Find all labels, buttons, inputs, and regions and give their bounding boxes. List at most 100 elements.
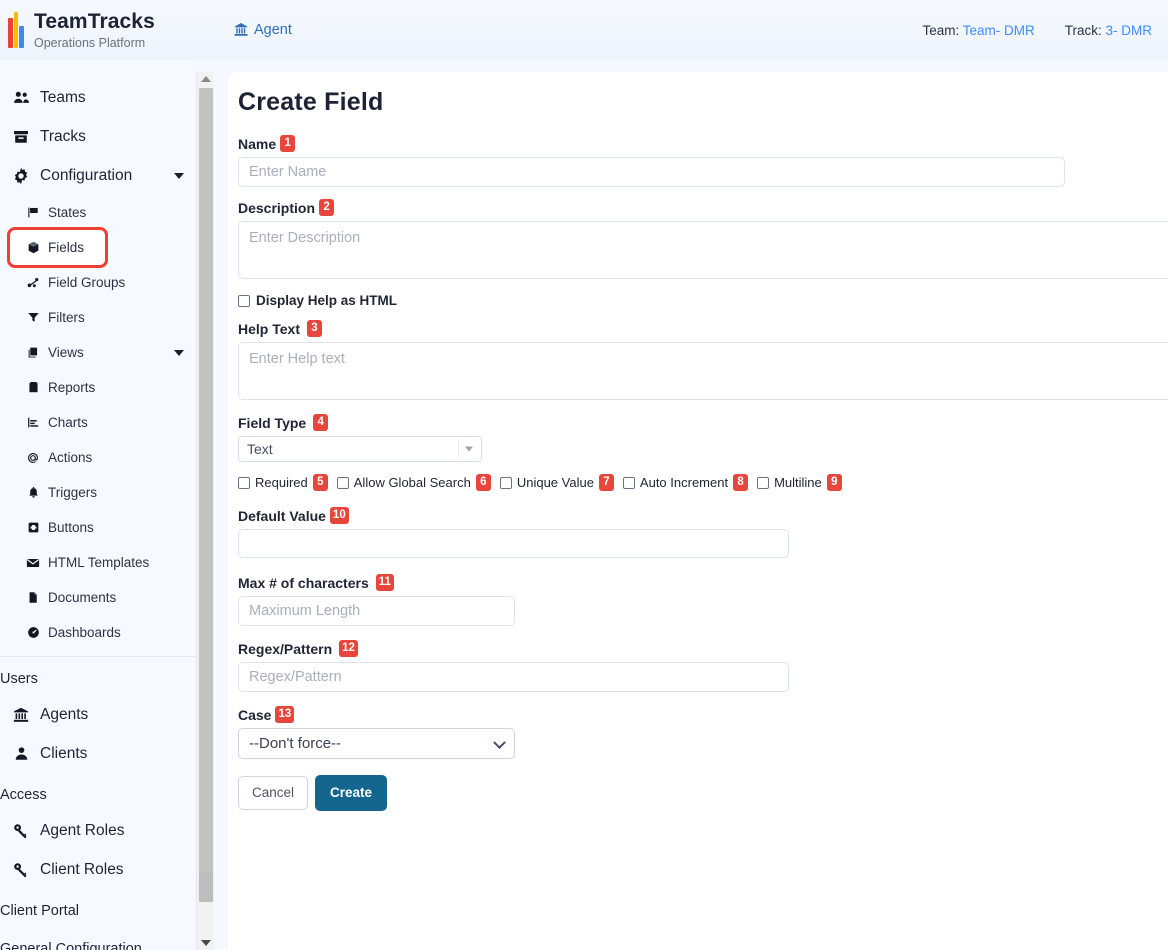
sidebar-item-html-templates[interactable]: HTML Templates bbox=[0, 545, 196, 580]
bank-icon bbox=[8, 707, 34, 723]
step-badge-3: 3 bbox=[306, 320, 322, 337]
scrollbar-thumb-lower[interactable] bbox=[199, 872, 213, 902]
sidebar-item-label: States bbox=[48, 205, 87, 220]
track-label: Track: bbox=[1064, 22, 1102, 38]
allow-global-search-checkbox[interactable] bbox=[336, 476, 349, 489]
scrollbar-thumb[interactable] bbox=[199, 88, 213, 878]
brand[interactable]: TeamTracks Operations Platform bbox=[0, 0, 210, 60]
sidebar-item-buttons[interactable]: Buttons bbox=[0, 510, 196, 545]
max-characters-input[interactable] bbox=[238, 596, 515, 626]
step-badge-13: 13 bbox=[275, 706, 295, 723]
sidebar-item-label: Triggers bbox=[48, 485, 98, 500]
sidebar-item-reports[interactable]: Reports bbox=[0, 370, 196, 405]
multiline-checkbox[interactable] bbox=[757, 476, 770, 489]
step-badge-12: 12 bbox=[339, 640, 358, 657]
required-checkbox[interactable] bbox=[238, 476, 250, 489]
regex-pattern-label-row: Regex/Pattern 12 bbox=[238, 640, 1168, 657]
sidebar-item-label: Reports bbox=[48, 380, 96, 395]
sidebar-item-agents[interactable]: Agents bbox=[0, 695, 196, 734]
chevron-down-icon[interactable] bbox=[174, 172, 184, 179]
required-option[interactable]: Required 5 bbox=[238, 474, 328, 491]
flag-icon bbox=[22, 206, 44, 219]
teamtracks-logo-icon bbox=[8, 12, 25, 48]
create-button[interactable]: Create bbox=[315, 775, 388, 811]
sidebar-item-label: Teams bbox=[40, 88, 86, 106]
case-select[interactable]: --Don't force-- bbox=[238, 728, 515, 759]
sidebar-item-label: Charts bbox=[48, 415, 88, 430]
max-characters-label: Max # of characters bbox=[238, 574, 369, 591]
field-options-row: Required 5 Allow Global Search 6 Unique … bbox=[238, 474, 1168, 491]
name-input[interactable] bbox=[238, 157, 1065, 187]
field-type-select[interactable]: Text bbox=[238, 436, 482, 462]
sidebar-item-configuration[interactable]: Configuration bbox=[0, 156, 196, 195]
cancel-button[interactable]: Cancel bbox=[238, 776, 309, 810]
sidebar-item-fields[interactable]: Fields bbox=[7, 227, 108, 268]
display-help-as-html-checkbox[interactable] bbox=[238, 294, 250, 307]
top-header: TeamTracks Operations Platform Agent Tea… bbox=[0, 0, 1168, 60]
gear-icon bbox=[8, 167, 34, 185]
sidebar-item-tracks[interactable]: Tracks bbox=[0, 117, 196, 156]
sidebar-item-views[interactable]: Views bbox=[0, 335, 196, 370]
sidebar-item-label: Agents bbox=[40, 705, 89, 723]
sidebar-item-label: Documents bbox=[48, 590, 117, 605]
auto-increment-label: Auto Increment bbox=[639, 475, 729, 490]
sidebar-item-dashboards[interactable]: Dashboards bbox=[0, 615, 196, 650]
default-value-label: Default Value bbox=[238, 507, 326, 524]
sidebar-item-label: Clients bbox=[40, 744, 88, 762]
header-context: Team: Team- DMR Track: 3- DMR bbox=[922, 23, 1168, 38]
funnel-icon bbox=[22, 311, 44, 324]
sidebar-item-actions[interactable]: Actions bbox=[0, 440, 196, 475]
auto-increment-checkbox[interactable] bbox=[622, 476, 635, 489]
sidebar-item-teams[interactable]: Teams bbox=[0, 78, 196, 117]
regex-pattern-input[interactable] bbox=[238, 662, 789, 692]
nodes-icon bbox=[22, 276, 44, 289]
case-label-row: Case 13 bbox=[238, 706, 1168, 723]
sidebar-item-label: Views bbox=[48, 345, 84, 360]
sidebar-item-agent-roles[interactable]: Agent Roles bbox=[0, 811, 196, 850]
agent-menu[interactable]: Agent bbox=[234, 22, 292, 38]
bell-icon bbox=[22, 486, 44, 499]
sidebar-item-filters[interactable]: Filters bbox=[0, 300, 196, 335]
sidebar-item-states[interactable]: States bbox=[0, 195, 196, 230]
sidebar-item-field-groups[interactable]: Field Groups bbox=[0, 265, 196, 300]
default-value-input[interactable] bbox=[238, 529, 789, 558]
allow-global-search-option[interactable]: Allow Global Search 6 bbox=[336, 474, 491, 491]
multiline-option[interactable]: Multiline 9 bbox=[757, 474, 842, 491]
team-context[interactable]: Team: Team- DMR bbox=[922, 23, 1034, 38]
description-label: Description bbox=[238, 199, 316, 216]
team-value[interactable]: Team- DMR bbox=[963, 23, 1035, 38]
unique-value-checkbox[interactable] bbox=[499, 476, 512, 489]
display-help-as-html-row[interactable]: Display Help as HTML bbox=[238, 293, 1168, 308]
scrollbar-down-arrow[interactable] bbox=[197, 936, 215, 950]
chevron-down-icon[interactable] bbox=[465, 446, 473, 452]
at-icon bbox=[22, 451, 44, 465]
chevron-down-icon[interactable] bbox=[174, 349, 184, 356]
help-text-textarea[interactable] bbox=[238, 342, 1168, 400]
track-value[interactable]: 3- DMR bbox=[1106, 23, 1153, 38]
sidebar-item-client-portal[interactable]: Client Portal bbox=[0, 889, 196, 927]
case-selected-value: --Don't force-- bbox=[249, 735, 342, 752]
unique-value-option[interactable]: Unique Value 7 bbox=[499, 474, 614, 491]
chevron-down-icon[interactable] bbox=[493, 735, 506, 749]
scrollbar-up-arrow[interactable] bbox=[197, 72, 215, 86]
sidebar-item-clients[interactable]: Clients bbox=[0, 734, 196, 773]
sidebar-scrollbar[interactable] bbox=[196, 72, 214, 950]
name-label-row: Name 1 bbox=[238, 135, 1168, 152]
track-context[interactable]: Track: 3- DMR bbox=[1065, 23, 1152, 38]
sidebar-item-charts[interactable]: Charts bbox=[0, 405, 196, 440]
create-field-form: Name 1 Description 2 Display Help as HTM… bbox=[228, 135, 1168, 811]
regex-pattern-label: Regex/Pattern bbox=[238, 640, 333, 657]
sidebar-item-general-configuration[interactable]: General Configuration bbox=[0, 927, 196, 950]
default-value-label-row: Default Value 10 bbox=[238, 507, 1168, 524]
field-type-selected-value: Text bbox=[247, 441, 273, 457]
step-badge-7: 7 bbox=[598, 474, 614, 491]
sidebar-item-documents[interactable]: Documents bbox=[0, 580, 196, 615]
person-icon bbox=[8, 746, 34, 761]
sidebar-item-triggers[interactable]: Triggers bbox=[0, 475, 196, 510]
auto-increment-option[interactable]: Auto Increment 8 bbox=[622, 474, 749, 491]
brand-title: TeamTracks bbox=[34, 9, 155, 33]
description-textarea[interactable] bbox=[238, 221, 1168, 279]
name-label: Name bbox=[238, 135, 277, 152]
sidebar-item-client-roles[interactable]: Client Roles bbox=[0, 850, 196, 889]
step-badge-6: 6 bbox=[475, 474, 491, 491]
